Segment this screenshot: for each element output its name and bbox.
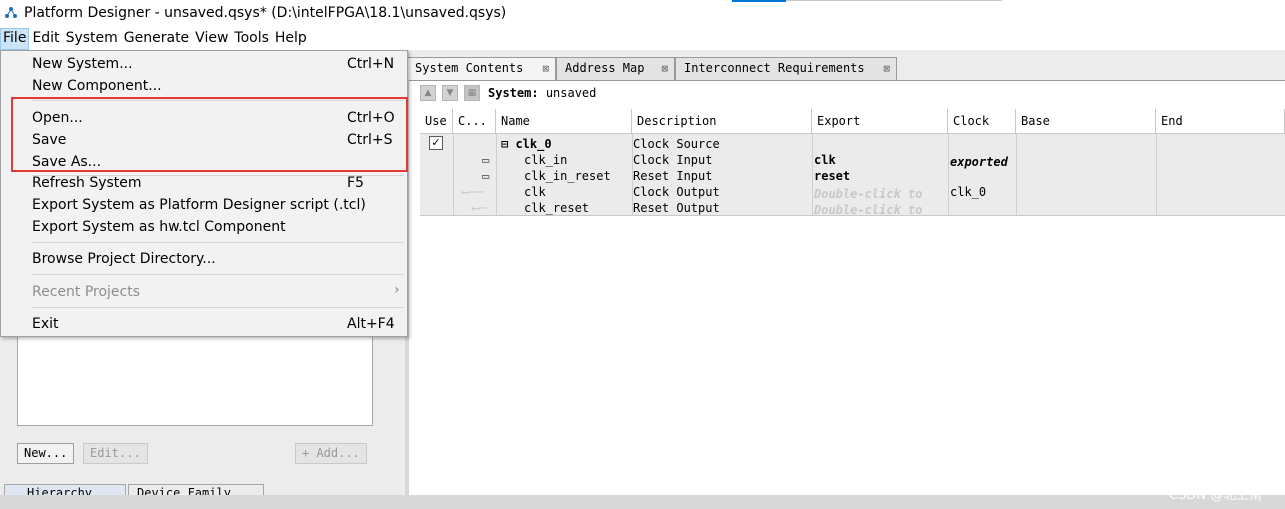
table-row-export[interactable]: Double-click to [814, 202, 946, 218]
column-divider [1016, 134, 1017, 216]
annotation-highlight-box [11, 97, 408, 172]
column-divider [496, 134, 497, 216]
table-row-description: Reset Input [633, 169, 713, 183]
tab-address-map-label: Address Map [565, 61, 645, 75]
move-down-icon[interactable]: ▼ [442, 85, 458, 101]
status-bar [0, 495, 1285, 509]
file-menu-dropdown: New System... Ctrl+N New Component... Op… [0, 50, 408, 337]
table-row-description: Clock Output [633, 185, 720, 199]
system-toolbar: ▲ ▼ ▦ System: unsaved [420, 83, 596, 103]
table-row-export[interactable]: reset [814, 168, 850, 184]
window-title: Platform Designer - unsaved.qsys* (D:\in… [24, 5, 507, 21]
tab-system-contents[interactable]: System Contents ⊠ [406, 57, 556, 80]
menu-item-recent-projects[interactable]: Recent Projects [32, 282, 140, 302]
menu-tools[interactable]: Tools [231, 28, 272, 50]
shortcut-exit: Alt+F4 [347, 316, 395, 332]
table-row-clock[interactable]: exported [950, 154, 1008, 170]
menu-item-export-hw-tcl[interactable]: Export System as hw.tcl Component [32, 217, 286, 237]
col-header-clock[interactable]: Clock [948, 109, 1016, 134]
col-header-base[interactable]: Base [1016, 109, 1156, 134]
title-bar: Platform Designer - unsaved.qsys* (D:\in… [0, 0, 1285, 28]
table-row-name[interactable]: clk_reset [524, 200, 589, 216]
menu-help[interactable]: Help [272, 28, 310, 50]
reset-input-port-icon: ▭ [482, 169, 490, 183]
col-header-connections[interactable]: C... [453, 109, 496, 134]
menu-item-refresh-system[interactable]: Refresh System [32, 173, 142, 193]
close-icon[interactable]: ⊠ [883, 58, 890, 79]
col-header-end[interactable]: End [1156, 109, 1285, 134]
menu-view[interactable]: View [192, 28, 231, 50]
title-accent [732, 0, 786, 2]
clock-output-port-icon: ⟵── [462, 185, 484, 199]
table-row-description: Clock Source [633, 137, 720, 151]
menu-item-export-tcl-script[interactable]: Export System as Platform Designer scrip… [32, 195, 366, 215]
system-name-label: System: unsaved [488, 86, 596, 100]
move-up-icon[interactable]: ▲ [420, 85, 436, 101]
component-list-box[interactable] [17, 336, 373, 426]
tab-system-contents-label: System Contents [415, 61, 524, 75]
add-button[interactable]: + Add... [295, 443, 367, 464]
menu-item-exit[interactable]: Exit [32, 314, 59, 334]
table-row-export[interactable]: Double-click to [814, 186, 946, 202]
column-divider [948, 134, 949, 216]
menu-item-new-component[interactable]: New Component... [32, 76, 162, 96]
system-name: unsaved [545, 86, 597, 100]
table-row-name[interactable]: clk_in [524, 152, 567, 168]
submenu-arrow-icon: › [394, 282, 400, 298]
new-button[interactable]: New... [17, 443, 75, 464]
tab-interconnect-requirements-label: Interconnect Requirements [684, 61, 865, 75]
tab-bar: System Contents ⊠ Address Map ⊠ Intercon… [406, 57, 1285, 80]
col-header-description[interactable]: Description [632, 109, 812, 134]
table-row-description: Clock Input [633, 153, 713, 167]
menu-item-browse-project-directory[interactable]: Browse Project Directory... [32, 249, 216, 269]
tab-address-map[interactable]: Address Map ⊠ [556, 57, 675, 80]
reset-output-port-icon: ⟵─ [472, 201, 487, 215]
shortcut-new-system: Ctrl+N [347, 56, 395, 72]
close-icon[interactable]: ⊠ [661, 58, 668, 79]
shortcut-refresh-system: F5 [347, 175, 364, 191]
menu-file[interactable]: File [0, 28, 30, 50]
table-row-name[interactable]: clk_in_reset [524, 168, 611, 184]
menu-bar: File Edit System Generate View Tools Hel… [0, 28, 1285, 50]
table-row-name[interactable]: clk [524, 184, 546, 200]
system-label: System: [488, 86, 539, 100]
menu-generate[interactable]: Generate [121, 28, 192, 50]
table-row-export[interactable]: clk [814, 152, 836, 168]
menu-edit[interactable]: Edit [29, 28, 62, 50]
title-divider [786, 0, 1002, 1]
col-header-name[interactable]: Name [496, 109, 632, 134]
system-icon: ▦ [464, 85, 480, 101]
use-checkbox[interactable]: ✓ [429, 136, 443, 150]
clock-input-port-icon: ▭ [482, 153, 490, 167]
column-divider [453, 134, 454, 216]
platform-designer-icon [5, 7, 17, 18]
col-header-export[interactable]: Export [812, 109, 948, 134]
menu-item-new-system[interactable]: New System... [32, 54, 133, 74]
tab-interconnect-requirements[interactable]: Interconnect Requirements ⊠ [675, 57, 897, 80]
table-row-name[interactable]: ⊟ clk_0 [501, 136, 552, 152]
watermark: CSDN @北上南 [1169, 488, 1263, 503]
menu-separator [32, 307, 404, 308]
menu-system[interactable]: System [63, 28, 121, 50]
close-icon[interactable]: ⊠ [542, 58, 549, 79]
column-divider [812, 134, 813, 216]
edit-button[interactable]: Edit... [83, 443, 148, 464]
table-row-clock[interactable]: clk_0 [950, 184, 986, 200]
menu-separator [32, 274, 404, 275]
table-row-description: Reset Output [633, 201, 720, 215]
column-divider [1156, 134, 1157, 216]
col-header-use[interactable]: Use [420, 109, 453, 134]
menu-separator [32, 242, 404, 243]
